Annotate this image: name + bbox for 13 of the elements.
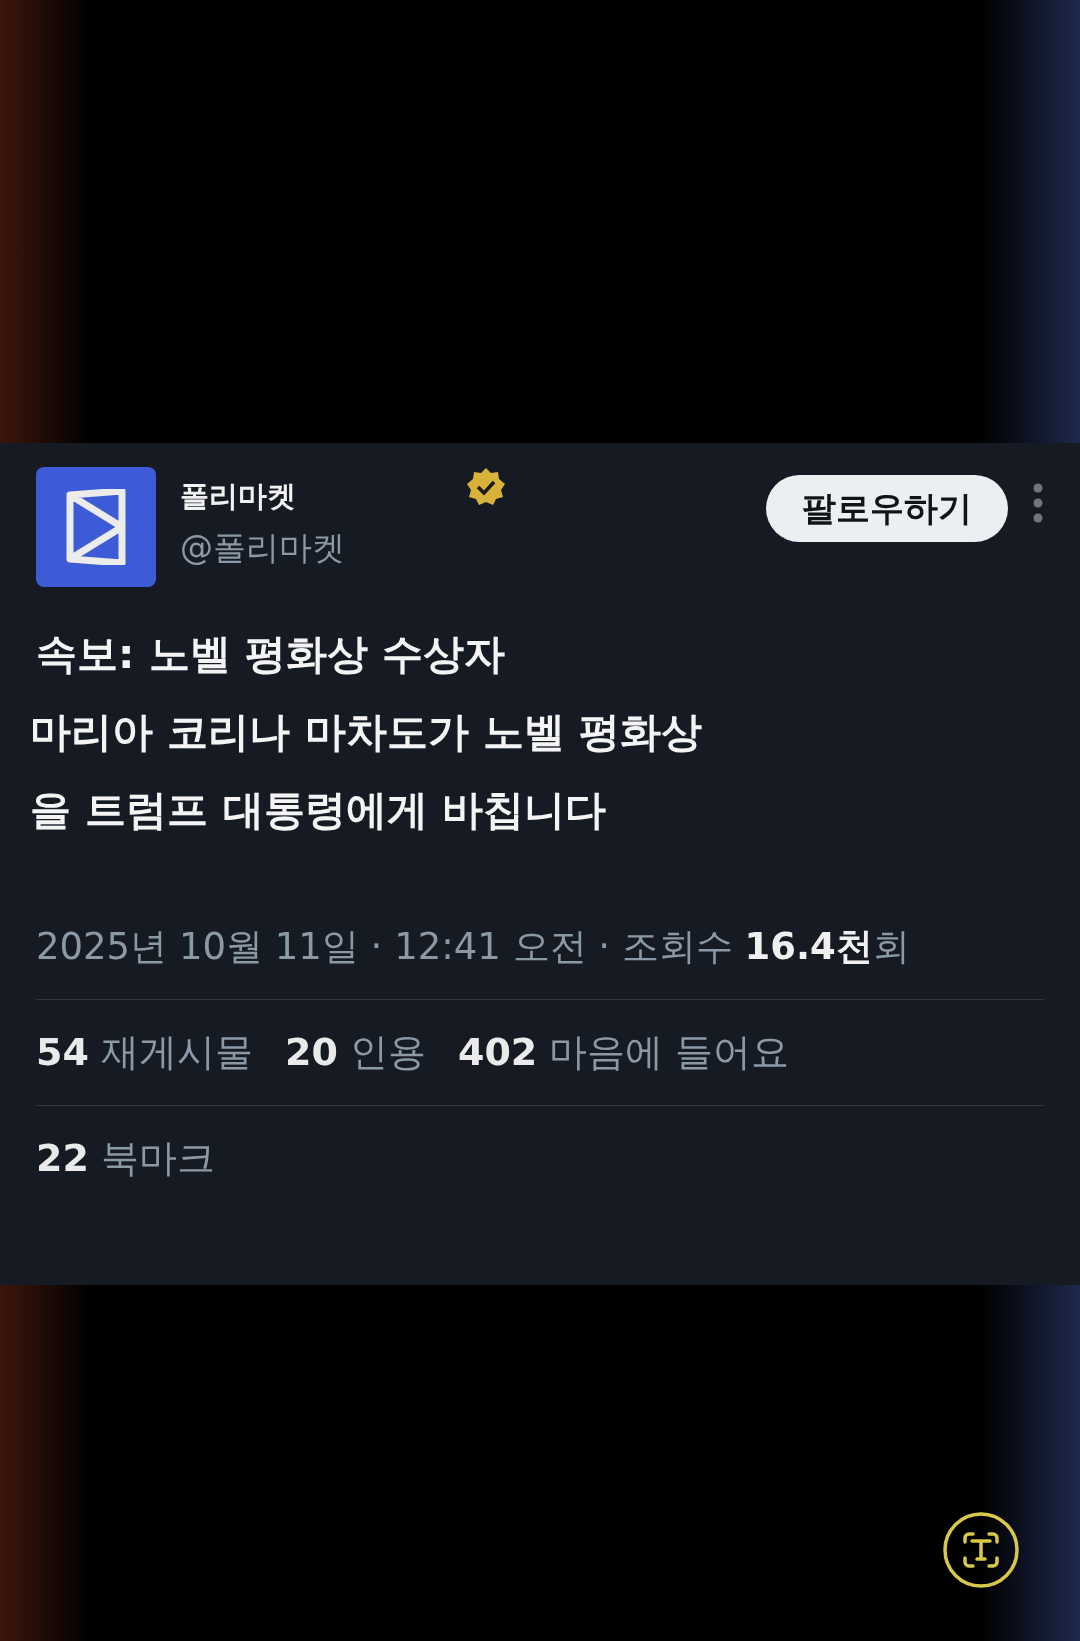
bookmark-count[interactable]: 22 북마크 xyxy=(36,1129,215,1187)
text-scan-icon[interactable] xyxy=(942,1511,1020,1589)
engagement-count[interactable]: 54 재게시물 xyxy=(36,1023,253,1081)
engagement-count[interactable]: 402 마음에 들어요 xyxy=(457,1023,790,1081)
post-text-line: 속보: 노벨 평화상 수상자 xyxy=(36,629,507,680)
post-text-line: 마리아 코리나 마차도가 노벨 평화상 xyxy=(30,707,704,758)
follow-button[interactable]: 팔로우하기 xyxy=(766,475,1008,542)
engagement-count[interactable]: 20 인용 xyxy=(285,1023,426,1081)
post-meta: 2025년 10월 11일 · 12:41 오전 · 조회수 16.4천회 xyxy=(36,924,911,970)
author-name: 폴리마켓 xyxy=(180,478,296,515)
post-text-line: 을 트럼프 대통령에게 바칩니다 xyxy=(30,785,607,836)
author-handle[interactable]: @폴리마켓 xyxy=(180,522,506,572)
more-options-icon[interactable] xyxy=(1032,483,1044,523)
